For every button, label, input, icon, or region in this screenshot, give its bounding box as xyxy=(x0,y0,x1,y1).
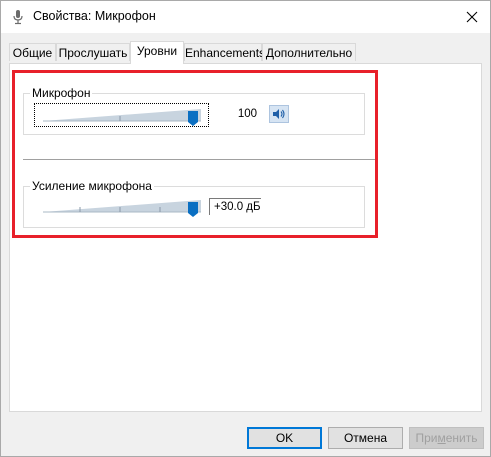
mute-button[interactable] xyxy=(269,105,289,123)
microphone-slider[interactable] xyxy=(37,105,207,127)
speaker-icon xyxy=(273,109,285,119)
tab-label: Прослушать xyxy=(58,46,128,60)
tab-label: Уровни xyxy=(136,44,178,58)
apply-button[interactable]: Применить xyxy=(409,427,484,449)
boost-label: Усиление микрофона xyxy=(30,179,154,193)
microphone-slider-track[interactable] xyxy=(43,109,201,121)
boost-value: +30.0 дБ xyxy=(209,198,261,215)
apply-label-end: енить xyxy=(445,431,478,445)
tab-listen[interactable]: Прослушать xyxy=(56,43,130,61)
tab-levels[interactable]: Уровни xyxy=(130,41,184,64)
properties-dialog: Свойства: Микрофон Общие Прослушать Уров… xyxy=(0,0,491,457)
boost-slider-thumb[interactable] xyxy=(188,202,198,217)
apply-label-access-key: м xyxy=(437,431,446,445)
apply-label-start: При xyxy=(415,431,438,445)
tab-label: Дополнительно xyxy=(265,46,353,60)
boost-slider-track[interactable] xyxy=(43,200,201,212)
close-icon xyxy=(466,11,478,23)
ok-button[interactable]: OK xyxy=(247,427,322,449)
boost-slider[interactable] xyxy=(37,196,207,218)
microphone-label: Микрофон xyxy=(30,86,93,100)
tab-advanced[interactable]: Дополнительно xyxy=(262,43,356,61)
window-title: Свойства: Микрофон xyxy=(33,9,156,23)
tab-enhancements[interactable]: Enhancements xyxy=(184,43,266,61)
cancel-button[interactable]: Отмена xyxy=(328,427,403,449)
microphone-slider-thumb[interactable] xyxy=(188,111,198,126)
tab-label: Общие xyxy=(12,46,53,60)
microphone-icon xyxy=(13,10,23,25)
tab-strip: Общие Прослушать Уровни Enhancements Доп… xyxy=(9,41,481,64)
title-bar: Свойства: Микрофон xyxy=(1,1,490,33)
microphone-value: 100 xyxy=(237,108,257,120)
tab-label: Enhancements xyxy=(185,46,266,60)
separator-line xyxy=(23,159,375,160)
tab-general[interactable]: Общие xyxy=(9,43,56,61)
close-button[interactable] xyxy=(460,5,484,29)
